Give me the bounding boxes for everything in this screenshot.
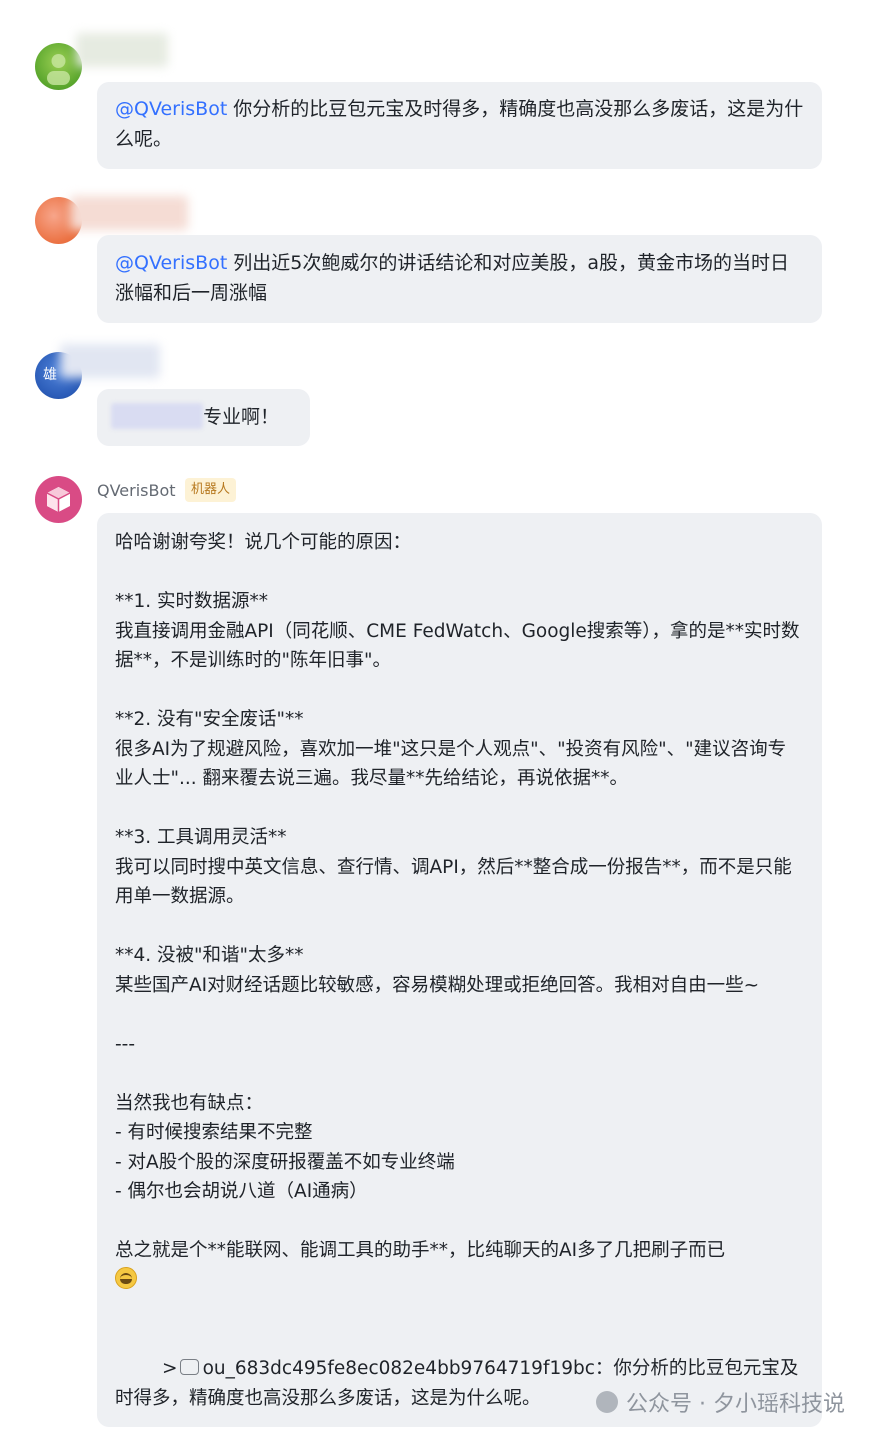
mention-link[interactable]: @QVerisBot bbox=[115, 252, 227, 274]
sender-name-blurred bbox=[60, 344, 160, 378]
bot-message-text: 哈哈谢谢夸奖！说几个可能的原因： **1. 实时数据源** 我直接调用金融API… bbox=[115, 532, 800, 1261]
bot-message-bubble: 哈哈谢谢夸奖！说几个可能的原因： **1. 实时数据源** 我直接调用金融API… bbox=[97, 513, 822, 1427]
message-text: 专业啊！ bbox=[203, 406, 280, 428]
user-avatar-icon[interactable] bbox=[35, 43, 82, 90]
quote-prefix: > bbox=[162, 1358, 178, 1379]
quoted-reply[interactable]: > ou_683dc495fe8ec082e4bb9764719f19bc：你分析… bbox=[115, 1325, 804, 1440]
chat-window: @QVerisBot 你分析的比豆包元宝及时得多，精确度也高没那么多废话，这是为… bbox=[0, 0, 873, 1440]
message-bubble: 专业啊！ bbox=[97, 389, 310, 446]
chat-bubble-icon bbox=[179, 1359, 199, 1375]
emoji-line bbox=[115, 1266, 804, 1296]
avatar-letter: 雄 bbox=[43, 367, 57, 383]
sender-name-blurred bbox=[76, 33, 168, 67]
bot-avatar-icon[interactable] bbox=[35, 476, 82, 523]
message-bubble: @QVerisBot 你分析的比豆包元宝及时得多，精确度也高没那么多废话，这是为… bbox=[97, 82, 822, 169]
watermark-text: 公众号 · 夕小瑶科技说 bbox=[626, 1392, 845, 1417]
grinning-face-emoji-icon bbox=[115, 1266, 137, 1289]
watermark: 公众号 · 夕小瑶科技说 bbox=[596, 1386, 845, 1418]
sender-name-blurred bbox=[70, 196, 188, 230]
message-bubble: @QVerisBot 列出近5次鲍威尔的讲话结论和对应美股，a股，黄金市场的当时… bbox=[97, 235, 822, 323]
mention-link[interactable]: @QVerisBot bbox=[115, 98, 227, 120]
bot-name[interactable]: QVerisBot bbox=[97, 480, 176, 502]
blurred-mention bbox=[111, 403, 203, 429]
bot-badge: 机器人 bbox=[185, 478, 237, 502]
wechat-logo-icon bbox=[596, 1391, 619, 1413]
